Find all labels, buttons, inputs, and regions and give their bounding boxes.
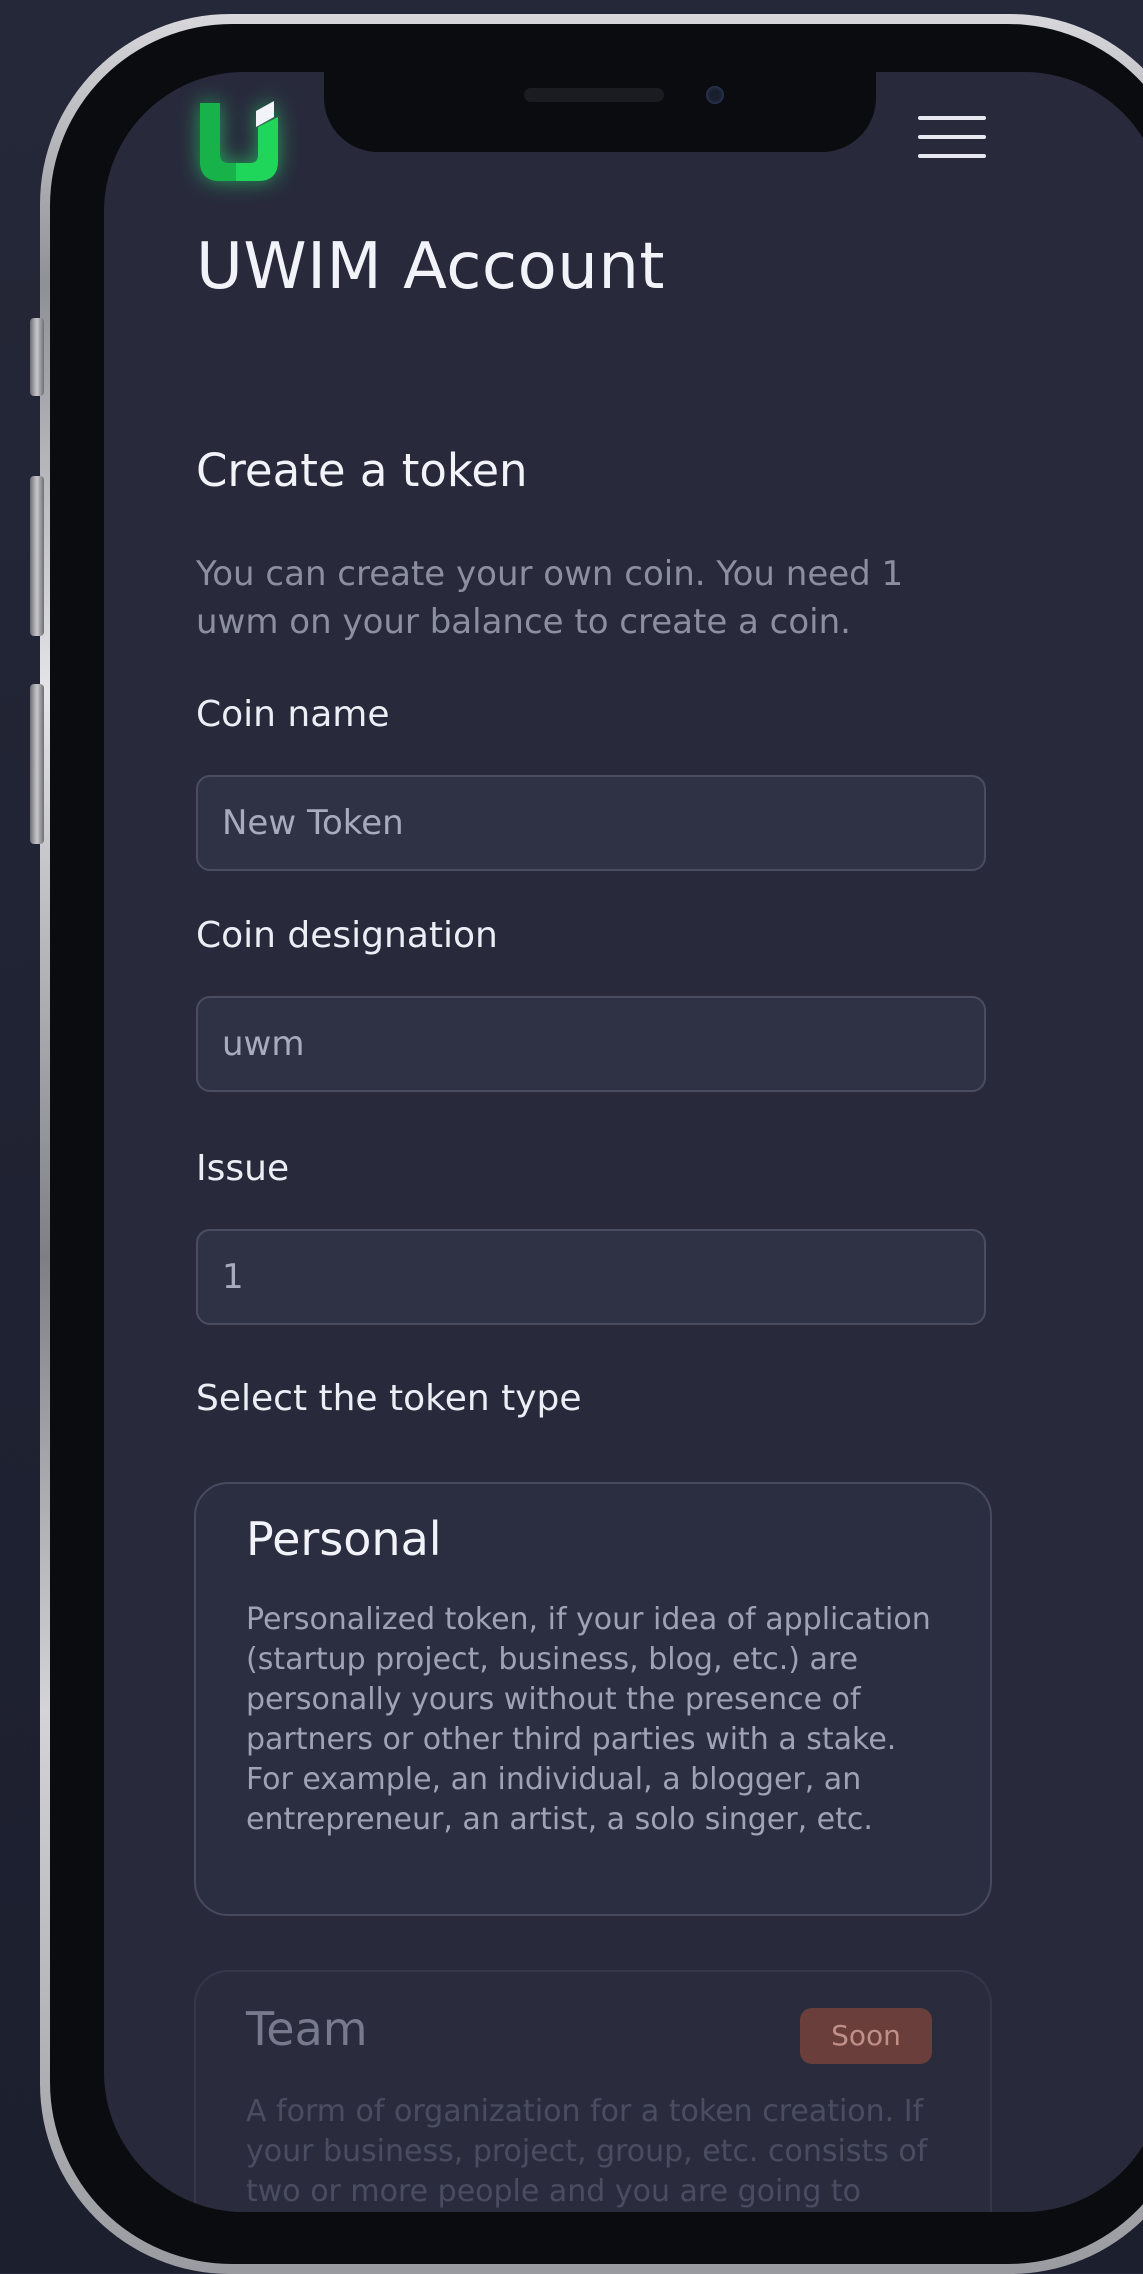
issue-input[interactable]: [196, 1229, 986, 1325]
hamburger-menu-icon[interactable]: [918, 116, 988, 162]
token-type-card-personal[interactable]: Personal Personalized token, if your ide…: [194, 1482, 992, 1916]
token-type-title: Personal: [246, 1512, 442, 1566]
coin-name-input[interactable]: [196, 775, 986, 871]
token-type-title: Team: [246, 2002, 368, 2056]
earpiece-speaker: [524, 88, 664, 102]
token-type-label: Select the token type: [196, 1378, 582, 1419]
phone-screen: UWIM Account Create a token You can crea…: [104, 72, 1143, 2212]
phone-notch: [324, 72, 876, 152]
token-type-description: A form of organization for a token creat…: [246, 2094, 928, 2209]
front-camera: [706, 86, 724, 104]
phone-volume-up-button: [30, 476, 44, 636]
issue-label: Issue: [196, 1148, 290, 1189]
uwim-logo-icon[interactable]: [196, 97, 282, 183]
page-title: UWIM Account: [196, 230, 665, 304]
create-token-description: You can create your own coin. You need 1…: [196, 554, 904, 642]
soon-badge: Soon: [800, 2008, 932, 2064]
coin-name-label: Coin name: [196, 694, 390, 735]
token-type-description: Personalized token, if your idea of appl…: [246, 1602, 931, 1837]
section-title: Create a token: [196, 444, 528, 497]
phone-silent-switch: [30, 318, 44, 396]
coin-designation-input[interactable]: [196, 996, 986, 1092]
coin-designation-label: Coin designation: [196, 915, 498, 956]
token-type-card-team[interactable]: Team Soon A form of organization for a t…: [194, 1970, 992, 2212]
phone-volume-down-button: [30, 684, 44, 844]
